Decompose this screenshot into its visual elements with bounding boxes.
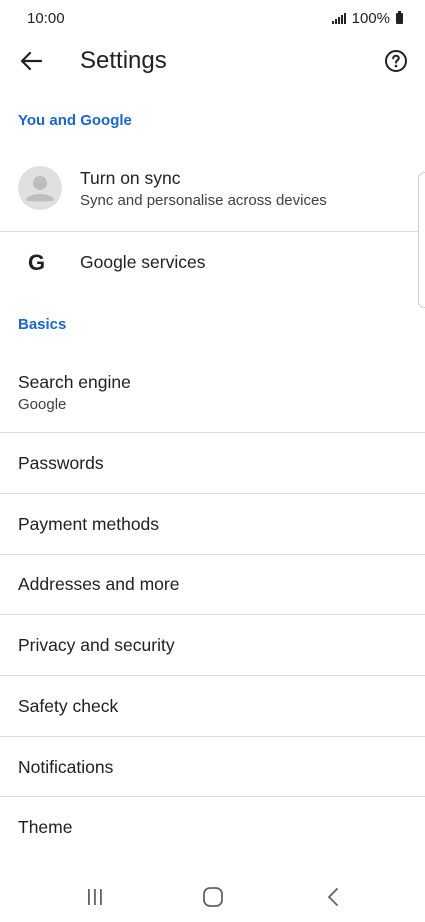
home-icon <box>203 887 223 907</box>
system-nav-bar <box>0 870 425 922</box>
account-avatar-icon <box>18 166 62 210</box>
battery-percent: 100% <box>351 10 390 27</box>
settings-item-notifications[interactable]: Notifications <box>0 737 425 797</box>
nav-back-icon <box>328 888 338 906</box>
help-circle-icon <box>385 50 407 72</box>
settings-item-label: Payment methods <box>18 514 160 534</box>
nav-back-button[interactable] <box>313 884 353 910</box>
settings-item-label: Addresses and more <box>18 574 180 594</box>
arrow-back-icon <box>20 51 42 71</box>
status-indicators: 100% <box>331 10 403 27</box>
turn-on-sync-row[interactable]: Turn on sync Sync and personalise across… <box>0 154 425 230</box>
section-header-basics: Basics <box>18 316 67 333</box>
settings-item-label: Theme <box>18 817 73 837</box>
battery-icon <box>396 11 403 24</box>
settings-item-label: Passwords <box>18 453 104 473</box>
settings-item-privacy-security[interactable]: Privacy and security <box>0 615 425 675</box>
app-bar: Settings <box>0 36 425 86</box>
sync-subtitle: Sync and personalise across devices <box>80 192 327 209</box>
google-logo-icon: G <box>28 250 46 275</box>
back-button[interactable] <box>14 45 48 77</box>
google-services-row[interactable]: G Google services <box>0 232 425 294</box>
page-title: Settings <box>80 47 167 74</box>
section-header-you-and-google: You and Google <box>18 112 132 129</box>
scrollbar[interactable] <box>418 172 425 308</box>
settings-item-theme[interactable]: Theme <box>0 797 425 859</box>
status-bar: 10:00 100% <box>0 0 425 36</box>
settings-item-label: Notifications <box>18 757 114 777</box>
recents-icon <box>88 889 102 905</box>
search-engine-value: Google <box>18 396 67 413</box>
home-button[interactable] <box>193 884 233 910</box>
settings-item-label: Safety check <box>18 696 119 716</box>
settings-item-payment-methods[interactable]: Payment methods <box>0 494 425 554</box>
recents-button[interactable] <box>75 884 115 910</box>
search-engine-row[interactable]: Search engine Google <box>0 358 425 432</box>
settings-item-label: Privacy and security <box>18 635 175 655</box>
status-time: 10:00 <box>27 10 65 27</box>
settings-item-safety-check[interactable]: Safety check <box>0 676 425 736</box>
sync-title: Turn on sync <box>80 168 181 188</box>
signal-icon <box>331 13 346 24</box>
search-engine-label: Search engine <box>18 372 131 392</box>
settings-item-passwords[interactable]: Passwords <box>0 433 425 493</box>
settings-item-addresses[interactable]: Addresses and more <box>0 555 425 615</box>
google-services-label: Google services <box>80 252 206 272</box>
help-button[interactable] <box>381 46 411 76</box>
